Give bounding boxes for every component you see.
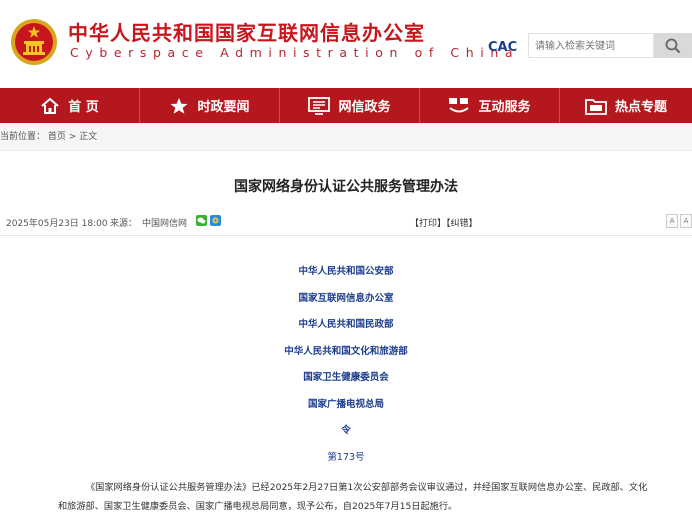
nav-label-home: 首 页 <box>68 100 99 115</box>
nav-item-topics[interactable]: 热点专题 <box>560 88 692 123</box>
order-number: 第173号 <box>327 451 365 463</box>
search-button[interactable] <box>654 33 692 58</box>
folder-icon <box>585 98 607 115</box>
issuer-item: 中华人民共和国公安部 <box>298 266 394 277</box>
nav-label-news: 时政要闻 <box>197 100 250 115</box>
issuer-list: 中华人民共和国公安部 国家互联网信息办公室 中华人民共和国民政部 中华人民共和国… <box>0 262 692 474</box>
issuer-item: 中华人民共和国民政部 <box>298 319 394 330</box>
nav-item-interaction[interactable]: 互动服务 <box>420 88 560 123</box>
article-title: 国家网络身份认证公共服务管理办法 <box>234 179 458 195</box>
weibo-share-icon[interactable] <box>210 215 221 226</box>
share-buttons <box>196 215 221 226</box>
cac-logo-icon[interactable]: CAC <box>487 37 525 55</box>
article-source: 中国网信网 <box>142 219 188 229</box>
issuer-item: 国家卫生健康委员会 <box>303 372 389 383</box>
font-smaller-button[interactable]: A <box>680 214 692 228</box>
article-meta: 2025年05月23日 18:00 来源： 中国网信网 【打印】【纠错】 A A <box>0 210 692 236</box>
breadcrumb-home-link[interactable]: 首页 <box>48 132 66 142</box>
issuer-item: 中华人民共和国文化和旅游部 <box>284 345 408 357</box>
issuer-item: 国家互联网信息办公室 <box>298 292 394 304</box>
article-paragraph: 《国家网络身份认证公共服务管理办法》已经2025年2月27日第1次公安部部务会议… <box>58 482 648 512</box>
article-date: 2025年05月23日 18:00 <box>6 219 108 229</box>
nav-label-interaction: 互动服务 <box>478 100 531 115</box>
print-correct-links[interactable]: 【打印】【纠错】 <box>410 216 478 229</box>
star-icon <box>170 97 188 114</box>
site-header: 中华人民共和国国家互联网信息办公室 Cyberspace Administrat… <box>0 0 692 88</box>
order-label: 令 <box>341 425 351 436</box>
monitor-icon <box>308 96 331 115</box>
cac-logo-text: CAC <box>488 40 517 55</box>
issuer-item: 国家广播电视总局 <box>307 398 384 410</box>
site-title[interactable]: 中华人民共和国国家互联网信息办公室 <box>68 17 425 46</box>
nav-item-home[interactable]: 首 页 <box>0 88 140 123</box>
wechat-share-icon[interactable] <box>196 215 207 226</box>
nav-label-topics: 热点专题 <box>614 100 667 115</box>
font-larger-button[interactable]: A <box>666 214 678 228</box>
breadcrumb-current: 正文 <box>79 132 98 142</box>
source-label: 来源： <box>110 219 138 229</box>
main-nav: 首 页 时政要闻 网信政务 互动服务 热点专题 <box>0 88 692 123</box>
nav-item-news[interactable]: 时政要闻 <box>140 88 280 123</box>
site-subtitle: Cyberspace Administration of China <box>70 45 520 60</box>
search-box <box>528 33 654 58</box>
home-icon <box>41 97 59 114</box>
breadcrumb-label: 当前位置： <box>0 132 46 142</box>
breadcrumb-separator: > <box>68 132 77 142</box>
search-input[interactable] <box>529 35 653 58</box>
search-icon <box>665 38 681 53</box>
breadcrumb: 当前位置： 首页 > 正文 <box>0 123 692 151</box>
national-emblem-icon[interactable] <box>10 18 58 66</box>
nav-item-government[interactable]: 网信政务 <box>280 88 420 123</box>
font-size-controls: A A <box>666 214 692 228</box>
nav-label-government: 网信政务 <box>338 100 391 115</box>
interaction-icon <box>449 97 470 112</box>
